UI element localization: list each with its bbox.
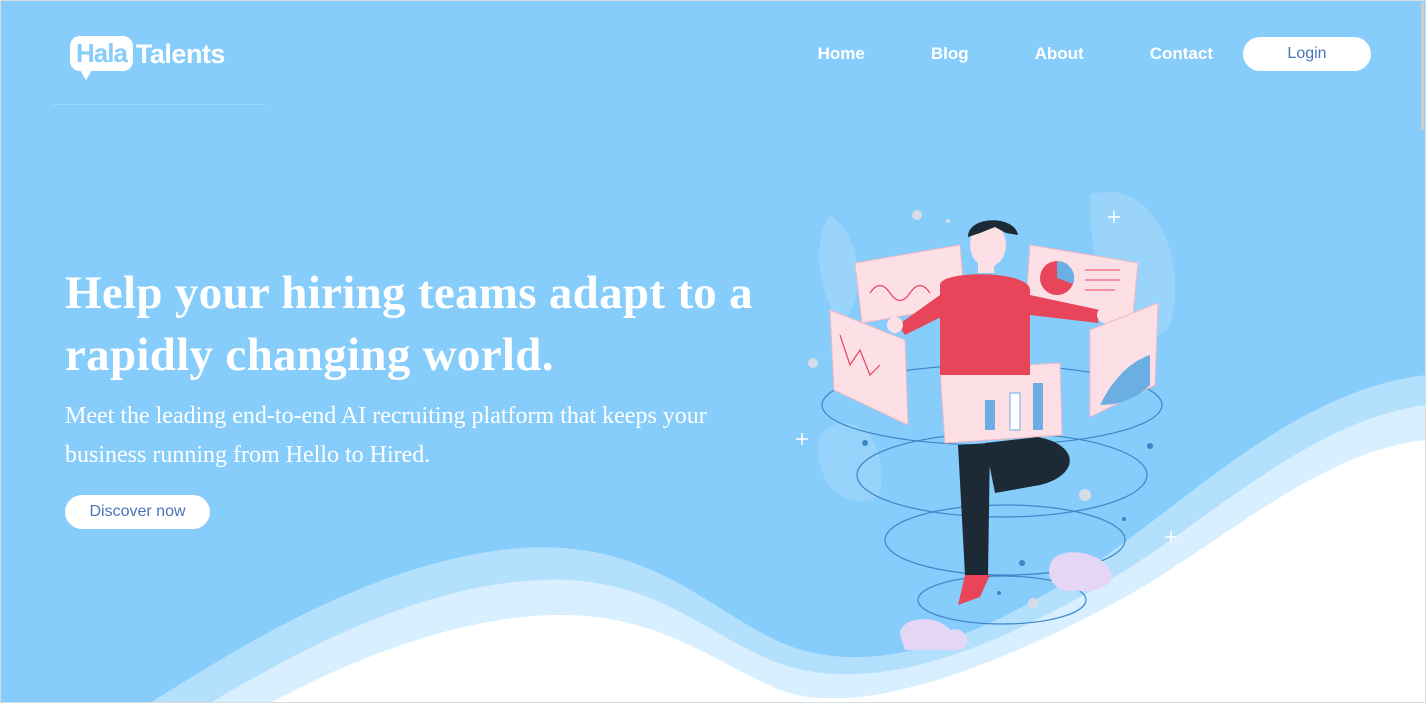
logo-wordmark: Talents [135,38,226,69]
hero-subtext: Meet the leading end-to-end AI recruitin… [65,403,707,468]
logo-divider [52,104,267,105]
hiring-analytics-illustration [796,191,1177,650]
logo[interactable]: Hala Talents [70,36,226,80]
discover-now-button[interactable]: Discover now [65,495,210,529]
nav-about-link[interactable]: About [1035,44,1084,64]
hero-section: Help your hiring teams adapt to a rapidl… [65,262,785,529]
main-nav: Home Blog About Contact Login [818,37,1371,71]
scrollbar[interactable] [1421,2,1424,130]
nav-home-link[interactable]: Home [818,44,865,64]
hero-headline: Help your hiring teams adapt to a rapidl… [65,267,753,381]
nav-blog-link[interactable]: Blog [931,44,969,64]
nav-contact-link[interactable]: Contact [1150,44,1213,64]
login-button[interactable]: Login [1243,37,1371,71]
speech-bubble-logo-icon: Hala [70,36,133,80]
